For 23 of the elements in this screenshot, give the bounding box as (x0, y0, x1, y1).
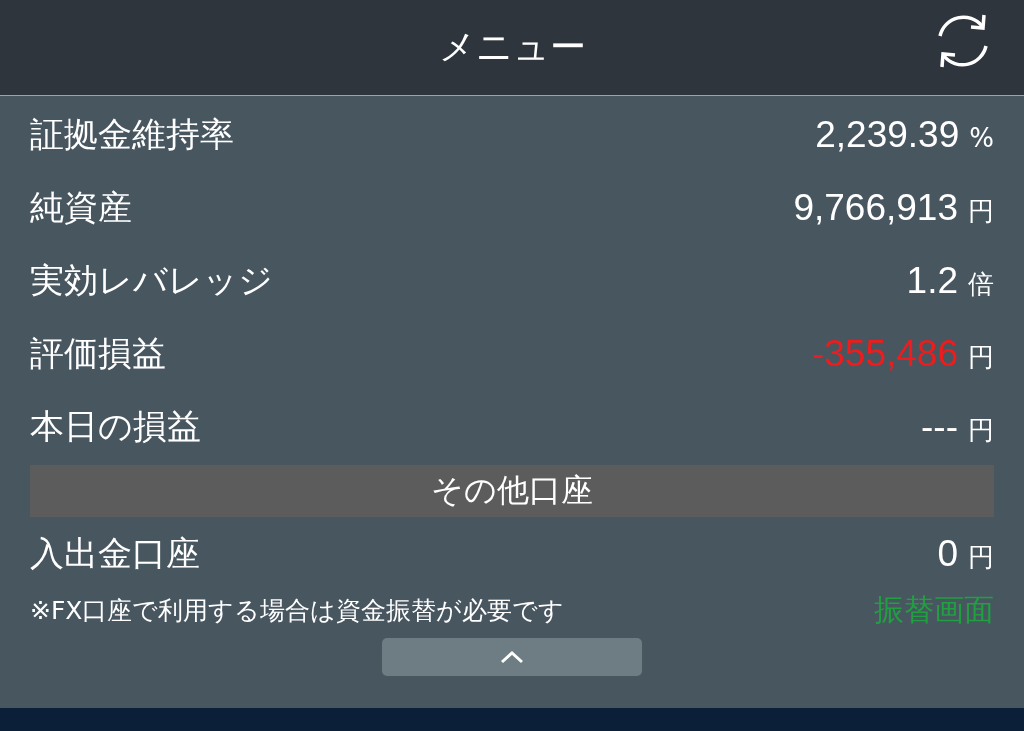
header-title: メニュー (438, 25, 586, 69)
row-value: -355,486 (811, 332, 958, 375)
row-label: 純資産 (30, 185, 132, 229)
unit-label: 円 (968, 340, 994, 374)
row-value: 2,239.39 (815, 113, 960, 156)
unit-label: 円 (968, 194, 994, 228)
note-text: ※FX口座で利用する場合は資金振替が必要です (30, 594, 565, 627)
unit-label: 倍 (968, 267, 994, 301)
row-value: 9,766,913 (793, 186, 958, 229)
section-header: その他口座 (30, 465, 994, 517)
row-value: 0 (937, 532, 958, 575)
row-label: 入出金口座 (30, 531, 200, 575)
unit-label: 円 (968, 540, 994, 574)
row-label: 本日の損益 (30, 404, 201, 448)
row-label: 証拠金維持率 (30, 112, 234, 156)
row-value: 1.2 (906, 259, 958, 302)
chevron-up-icon (500, 650, 524, 664)
transfer-link[interactable]: 振替画面 (874, 589, 994, 631)
row-value: --- (921, 405, 958, 448)
unit-label: % (969, 122, 994, 153)
row-label: 評価損益 (30, 331, 166, 375)
unit-label: 円 (968, 413, 994, 447)
row-label: 実効レバレッジ (30, 258, 273, 302)
